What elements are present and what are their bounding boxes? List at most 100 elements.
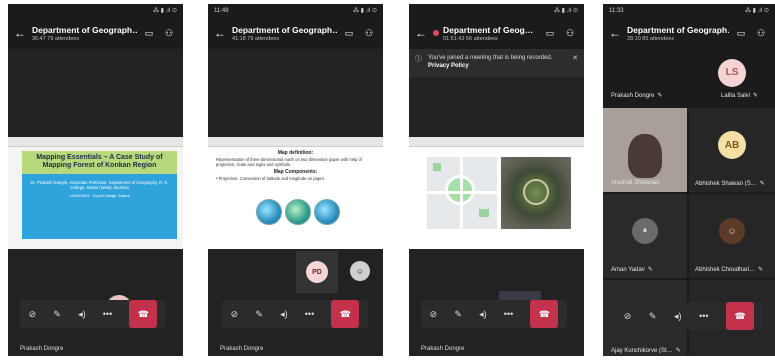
- hang-up-button[interactable]: ☎: [726, 302, 755, 330]
- shared-slide: [409, 137, 584, 249]
- hang-up-button[interactable]: ☎: [530, 300, 559, 328]
- back-arrow-icon[interactable]: ←: [214, 26, 232, 40]
- meeting-header: ← Department of Geograph… 41:18 79 atten…: [208, 17, 383, 49]
- back-arrow-icon[interactable]: ←: [14, 26, 32, 40]
- phone-screen-2: 11:48 ⁂ ▮ .ıl ⊙ ← Department of Geograph…: [208, 4, 383, 356]
- meeting-title: Department of Geograph…: [32, 24, 137, 35]
- hang-up-button[interactable]: ☎: [129, 300, 158, 328]
- slide-date: 14/06/2021 · Dept/College, Mahul: [69, 192, 130, 198]
- speaker-icon[interactable]: ◂): [280, 309, 288, 320]
- mic-off-icon: ✎: [647, 267, 653, 273]
- mic-off-icon: ✎: [657, 93, 663, 99]
- slide-bullet: • Projection: Conversion of latitude and…: [216, 175, 325, 181]
- participant-name: Abhishek Choudhari… ✎: [695, 266, 764, 274]
- hang-up-icon: ☎: [339, 308, 352, 319]
- presenter-name: Prakash Dongre: [421, 346, 465, 352]
- hang-up-icon: ☎: [734, 310, 746, 321]
- meeting-subtitle: 36:47 79 attendees: [32, 35, 80, 42]
- mic-off-icon[interactable]: ✎: [649, 311, 657, 322]
- banner-text: You've joined a meeting that is being re…: [428, 55, 553, 61]
- chat-icon[interactable]: ▭: [542, 28, 558, 39]
- hang-up-button[interactable]: ☎: [331, 300, 360, 328]
- camera-off-icon[interactable]: ⊘: [231, 309, 239, 320]
- participant-name: Prakash Dongre ✎: [611, 92, 663, 100]
- slide-body: Representation of three dimensional eart…: [216, 157, 362, 168]
- call-controls: ⊘ ✎ ◂) ••• ☎: [20, 300, 166, 328]
- meeting-subtitle: 41:18 79 attendees: [232, 35, 280, 42]
- status-icons: ⁂ ▮ .ıl ⊙: [153, 8, 177, 14]
- mic-off-icon[interactable]: ✎: [454, 309, 462, 320]
- info-icon: ⓘ: [415, 56, 422, 63]
- slide-author: Dr. Prakash Dongre, Associate Professor,…: [30, 179, 169, 191]
- more-options-icon[interactable]: •••: [504, 309, 513, 319]
- more-options-icon[interactable]: •••: [699, 311, 708, 321]
- hang-up-icon: ☎: [137, 308, 150, 319]
- globe-image: [285, 199, 311, 225]
- meeting-stage: ⊘ ✎ ◂) ••• ☎ Prakash Dongre: [409, 77, 584, 356]
- avatar-photo: ☺: [719, 218, 745, 244]
- more-options-icon[interactable]: •••: [305, 309, 314, 319]
- ppt-ribbon: [409, 137, 584, 147]
- participant-name: Ajay Kunchikorve (St… ✎: [611, 347, 681, 355]
- shared-slide: Mapping Essentials – A Case Study of Map…: [8, 137, 183, 249]
- shared-slide: Map definition: Representation of three …: [208, 137, 383, 249]
- avatar-photo: ☺: [350, 261, 370, 281]
- status-icons: ⁂ ▮ .ıl ⊙: [554, 8, 578, 14]
- meeting-title: Department of Geograph…: [232, 24, 337, 35]
- presenter-name: Prakash Dongre: [20, 346, 64, 352]
- speaker-icon[interactable]: ◂): [78, 309, 86, 320]
- phone-screen-3: ⁂ ▮ .ıl ⊙ ← Department of Geog… 01:51:43…: [409, 4, 584, 356]
- participants-icon[interactable]: ⚇: [161, 28, 177, 39]
- participant-grid: Prakash Dongre ✎ LS Lalita Salvi ✎ Vrushal…: [603, 49, 775, 356]
- camera-off-icon[interactable]: ⊘: [29, 309, 37, 320]
- back-arrow-icon[interactable]: ←: [609, 26, 627, 40]
- globe-image: [256, 199, 282, 225]
- meeting-subtitle: 28:10 85 attendees: [627, 35, 675, 42]
- meeting-header: ← Department of Geograph… 36:47 79 atten…: [8, 17, 183, 49]
- slide-panel: Mapping Essentials – A Case Study of Map…: [22, 151, 177, 239]
- status-bar: ⁂ ▮ .ıl ⊙: [409, 4, 584, 17]
- close-icon[interactable]: ✕: [572, 54, 578, 62]
- satellite-image: [501, 157, 571, 229]
- participant-name: Aman Yadav ✎: [611, 266, 653, 274]
- chat-icon[interactable]: ▭: [341, 28, 357, 39]
- privacy-policy-link[interactable]: Privacy Policy: [428, 63, 469, 69]
- status-bar: 11:48 ⁂ ▮ .ıl ⊙: [208, 4, 383, 17]
- avatar-pd: PD: [306, 261, 328, 283]
- camera-off-icon[interactable]: ⊘: [430, 309, 438, 320]
- recording-icon: [433, 30, 439, 36]
- hang-up-icon: ☎: [538, 308, 551, 319]
- participants-icon[interactable]: ⚇: [753, 28, 769, 39]
- participant-video: [628, 134, 662, 178]
- camera-off-icon[interactable]: ⊘: [624, 311, 632, 322]
- ppt-ribbon: [208, 137, 383, 147]
- globe-image: [314, 199, 340, 225]
- recording-banner: ⓘ You've joined a meeting that is being …: [409, 49, 584, 77]
- status-time: 11:33: [609, 7, 624, 14]
- chat-icon[interactable]: ▭: [141, 28, 157, 39]
- mic-off-icon: ✎: [753, 93, 759, 99]
- avatar-ab: AB: [718, 131, 746, 159]
- mic-off-icon[interactable]: ✎: [53, 309, 61, 320]
- self-view-tile[interactable]: PD: [296, 251, 338, 293]
- speaker-icon[interactable]: ◂): [479, 309, 487, 320]
- participants-icon[interactable]: ⚇: [562, 28, 578, 39]
- more-options-icon[interactable]: •••: [103, 309, 112, 319]
- speaker-icon[interactable]: ◂): [674, 311, 682, 322]
- call-controls: ⊘ ✎ ◂) ••• ☎: [421, 300, 567, 328]
- status-time: 11:48: [214, 7, 229, 14]
- presenter-name: Prakash Dongre: [220, 346, 264, 352]
- chat-icon[interactable]: ▭: [733, 28, 749, 39]
- participant-name: Abhishek Shawan (S… ✎: [695, 180, 765, 188]
- meeting-stage: Map definition: Representation of three …: [208, 49, 383, 356]
- phone-screen-4: 11:33 ⁂ ▮ .ıl ⊙ ← Department of Geograph…: [603, 4, 775, 356]
- meeting-stage: Mapping Essentials – A Case Study of Map…: [8, 49, 183, 356]
- status-bar: ⁂ ▮ .ıl ⊙: [8, 4, 183, 17]
- mic-off-icon[interactable]: ✎: [255, 309, 263, 320]
- back-arrow-icon[interactable]: ←: [415, 26, 433, 40]
- slide-title: Mapping Essentials – A Case Study of Map…: [22, 151, 177, 174]
- participants-icon[interactable]: ⚇: [361, 28, 377, 39]
- call-controls: ⊘ ✎ ◂) ••• ☎: [222, 300, 368, 328]
- map-image: [427, 157, 497, 229]
- meeting-title: Department of Geog…: [443, 24, 534, 35]
